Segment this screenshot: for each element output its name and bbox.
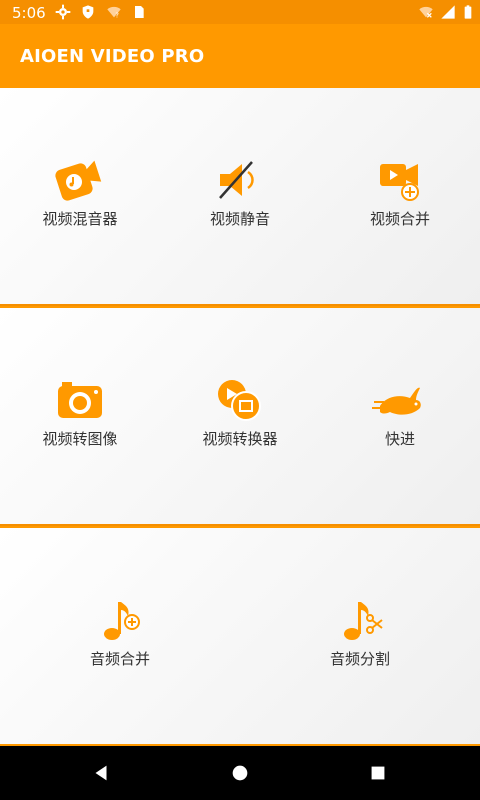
music-add-icon (104, 602, 140, 640)
sim-icon (135, 6, 144, 18)
svg-text:?: ? (115, 11, 119, 19)
back-icon[interactable] (90, 762, 112, 784)
app-bar: AIOEN VIDEO PRO (0, 24, 480, 88)
rabbit-icon (372, 387, 421, 415)
tile-row: 音频合并 音频分割 (0, 528, 480, 744)
tile-audio-split[interactable]: 音频分割 (240, 528, 480, 744)
video-add-icon (380, 164, 419, 201)
mute-icon (219, 161, 254, 199)
tile-label: 视频混音器 (42, 210, 118, 228)
camera-icon (58, 382, 102, 418)
system-nav-bar (0, 746, 480, 800)
tile-label: 视频静音 (209, 210, 270, 228)
feature-grid: 视频混音器 视频静音 视频合并 视频转图像 视频转换器 快进 音频合并 音频分割 (0, 88, 480, 746)
wifi-x-icon (419, 6, 433, 18)
app-title: AIOEN VIDEO PRO (20, 46, 205, 67)
battery-icon (464, 5, 472, 19)
status-bar: 5:06 ? (0, 0, 480, 24)
video-music-icon (55, 160, 102, 201)
tile-video-mixer[interactable]: 视频混音器 (0, 88, 160, 304)
tile-video-converter[interactable]: 视频转换器 (160, 308, 320, 524)
recent-apps-icon[interactable] (367, 762, 389, 784)
video-convert-icon (218, 380, 261, 421)
tile-video-merge[interactable]: 视频合并 (320, 88, 480, 304)
tile-label: 音频分割 (329, 650, 390, 668)
tile-label: 音频合并 (89, 650, 150, 668)
tile-fast-forward[interactable]: 快进 (320, 308, 480, 524)
tile-label: 视频转换器 (202, 430, 278, 448)
tile-row: 视频转图像 视频转换器 快进 (0, 308, 480, 526)
home-icon[interactable] (229, 762, 251, 784)
tile-audio-merge[interactable]: 音频合并 (0, 528, 240, 744)
tile-label: 视频转图像 (42, 430, 118, 448)
tile-video-mute[interactable]: 视频静音 (160, 88, 320, 304)
tile-label: 视频合并 (369, 210, 430, 228)
gear-icon (55, 4, 71, 20)
tile-label: 快进 (384, 430, 415, 448)
music-cut-icon (344, 602, 383, 640)
wifi-question-icon: ? (107, 6, 121, 19)
tile-row: 视频混音器 视频静音 视频合并 (0, 88, 480, 306)
tile-video-to-image[interactable]: 视频转图像 (0, 308, 160, 524)
signal-icon (441, 5, 455, 19)
shield-icon (82, 5, 94, 19)
status-time: 5:06 (12, 4, 46, 22)
